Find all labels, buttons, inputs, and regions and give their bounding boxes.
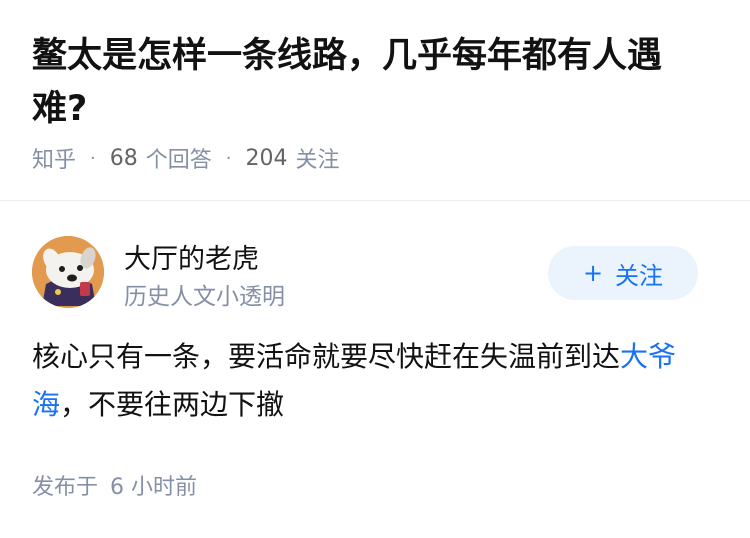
follow-button-label: 关注 [615,261,664,290]
answers-count: 68 [109,145,138,171]
answer-content[interactable]: 核心只有一条，要活命就要尽快赶在失温前到达大爷海，不要往两边下撤 [32,333,712,429]
answer-timestamp: 发布于 6 小时前 [32,469,197,501]
content-text-tail: ，不要往两边下撤 [60,388,285,421]
plus-icon: + [582,259,604,287]
time-prefix: 发布于 [32,475,99,500]
question-header: 鳌太是怎样一条线路，几乎每年都有人遇难? 知乎 · 68 个回答 · 204 关… [0,0,750,201]
author-badge: 历史人文小透明 [124,284,285,310]
question-meta: 知乎 · 68 个回答 · 204 关注 [32,142,340,174]
time-value: 6 小时前 [110,475,198,500]
dog-avatar-icon [32,236,104,308]
author-avatar[interactable] [32,236,104,308]
separator-dot: · [90,147,96,169]
source-label[interactable]: 知乎 [32,142,76,174]
follow-button[interactable]: + 关注 [548,246,698,300]
followers-label[interactable]: 关注 [296,142,340,174]
author-name[interactable]: 大厅的老虎 [124,237,259,276]
answers-label[interactable]: 个回答 [146,142,212,174]
followers-count: 204 [245,145,288,171]
content-text: 核心只有一条，要活命就要尽快赶在失温前到达 [32,340,621,373]
question-title[interactable]: 鳌太是怎样一条线路，几乎每年都有人遇难? [32,30,712,136]
separator-dot: · [225,147,232,169]
answer-card: 大厅的老虎 历史人文小透明 + 关注 核心只有一条，要活命就要尽快赶在失温前到达… [0,201,750,538]
